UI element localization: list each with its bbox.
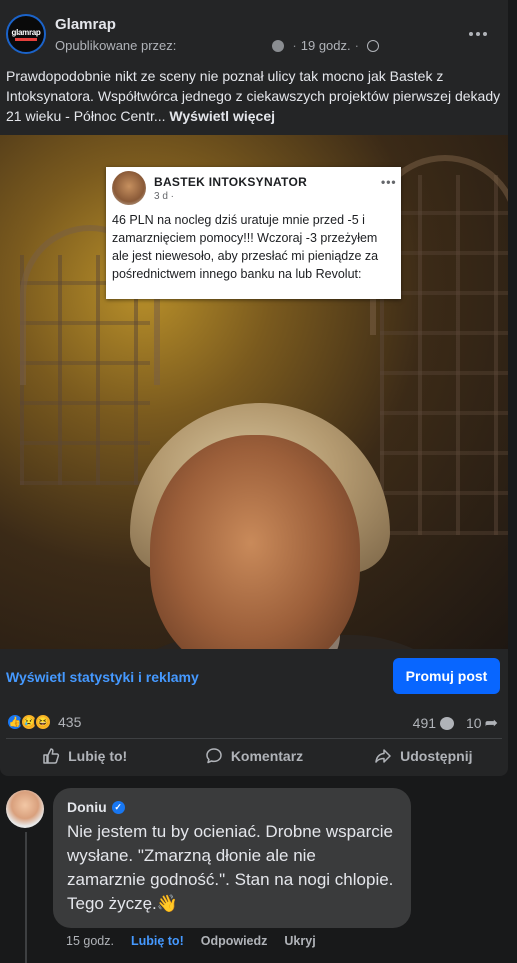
comment-actions: 15 godz. Lubię to! Odpowiedz Ukryj: [66, 934, 316, 948]
embedded-text: 46 PLN na nocleg dziś uratuje mnie przed…: [112, 213, 379, 281]
thread-line: [25, 832, 27, 963]
comment-like-link[interactable]: Lubię to!: [131, 934, 184, 948]
embedded-post-screenshot: BASTEK INTOKSYNATOR 3 d · ••• 46 PLN na …: [106, 167, 401, 299]
promote-post-button[interactable]: Promuj post: [393, 658, 500, 694]
more-options-icon[interactable]: [464, 20, 492, 48]
post-actions: Lubię to! Komentarz Udostępnij: [0, 740, 508, 772]
globe-icon: [366, 39, 379, 52]
divider: [6, 738, 502, 739]
share-icon: [374, 747, 392, 765]
avatar-logo-bar: [15, 37, 37, 41]
engagement-counts: 491 10 ➦: [413, 713, 498, 733]
separator-dot: ·: [354, 38, 359, 53]
embedded-more-icon: •••: [381, 175, 397, 189]
commenter-avatar[interactable]: [6, 790, 44, 828]
post-caption: Prawdopodobnie nikt ze sceny nie poznał …: [6, 66, 502, 126]
post-subtitle: Opublikowane przez: · 19 godz. ·: [55, 38, 379, 53]
comment-bubble-icon: [440, 716, 455, 730]
verified-check-icon: ✓: [111, 800, 125, 814]
shares-count[interactable]: 10: [466, 715, 482, 731]
see-more-link[interactable]: Wyświetl więcej: [169, 108, 275, 124]
post-card: glamrap Glamrap Opublikowane przez: · 19…: [0, 0, 508, 776]
comment-hide-link[interactable]: Ukryj: [284, 934, 315, 948]
comment-label: Komentarz: [230, 748, 304, 764]
post-time[interactable]: 19 godz.: [301, 38, 351, 53]
reactions-summary[interactable]: 👍 😢 😆 435: [6, 712, 81, 732]
reactions-count: 435: [58, 714, 82, 730]
embedded-meta: 3 d ·: [154, 191, 175, 202]
comment-icon: [205, 747, 223, 765]
post-header: glamrap Glamrap Opublikowane przez: · 19…: [0, 0, 508, 66]
face-shape: [150, 435, 360, 649]
comment-text: Nie jestem tu by ocieniać. Drobne wsparc…: [67, 822, 394, 913]
published-by-label: Opublikowane przez:: [55, 38, 177, 53]
promo-bar: Wyświetl statystyki i reklamy Promuj pos…: [0, 650, 508, 704]
embedded-author-name: BASTEK INTOKSYNATOR: [154, 175, 308, 189]
comment-author-row: Doniu ✓: [67, 799, 125, 815]
like-button[interactable]: Lubię to!: [0, 740, 169, 772]
avatar-logo-text: glamrap: [11, 27, 41, 37]
comment-button[interactable]: Komentarz: [169, 740, 338, 772]
comment-time[interactable]: 15 godz.: [66, 934, 114, 948]
comment-bubble: Doniu ✓ Nie jestem tu by ocieniać. Drobn…: [53, 788, 411, 928]
share-arrow-icon: ➦: [484, 715, 498, 732]
separator-dot: ·: [292, 38, 297, 53]
embedded-avatar: [112, 171, 146, 205]
share-label: Udostępnij: [400, 748, 473, 764]
like-label: Lubię to!: [68, 748, 128, 764]
view-insights-link[interactable]: Wyświetl statystyki i reklamy: [6, 669, 199, 685]
comments-count[interactable]: 491: [413, 715, 436, 731]
thumbs-up-icon: [42, 747, 60, 765]
haha-reaction-icon: 😆: [34, 713, 52, 731]
comment-reply-link[interactable]: Odpowiedz: [201, 934, 268, 948]
publisher-badge-icon: [272, 39, 285, 52]
page-name[interactable]: Glamrap: [55, 16, 116, 33]
page-avatar[interactable]: glamrap: [6, 14, 46, 54]
comment-author[interactable]: Doniu: [67, 799, 107, 815]
share-button[interactable]: Udostępnij: [339, 740, 508, 772]
